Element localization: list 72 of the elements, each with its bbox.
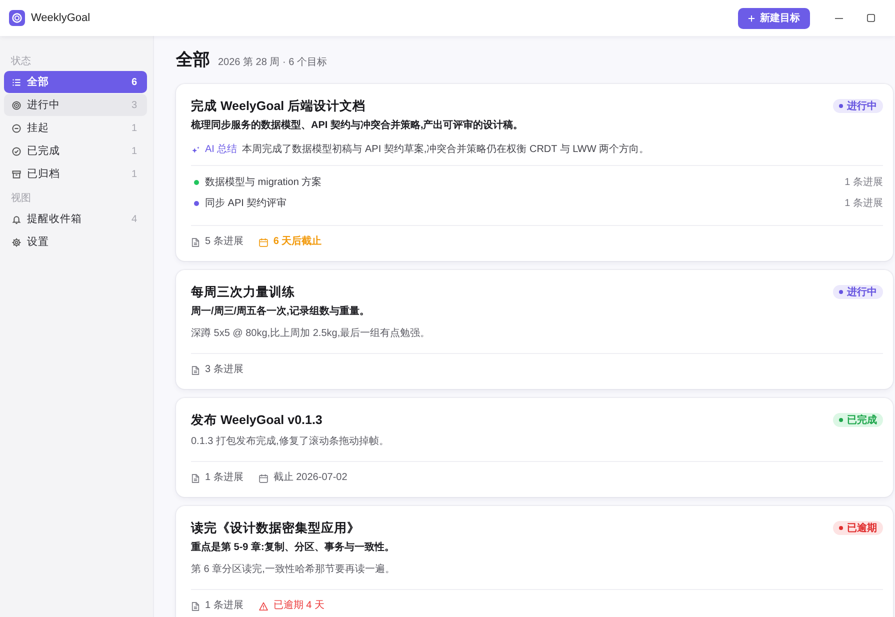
logo-icon: [9, 10, 25, 26]
status-dot-icon: [839, 526, 843, 530]
status-dot-icon: [839, 290, 843, 294]
goal-description: 梳理同步服务的数据模型、API 契约与冲突合并策略,产出可评审的设计稿。: [191, 119, 524, 133]
due-date: 6 天后截止: [273, 235, 322, 249]
document-icon: [191, 366, 200, 374]
goal-note: 第 6 章分区读完,一致性哈希那节要再读一遍。: [191, 563, 396, 577]
document-icon: [191, 602, 200, 610]
subgoal-title[interactable]: 数据模型与 migration 方案: [205, 175, 845, 189]
settings-icon: [12, 238, 21, 246]
minus-circle-icon: [12, 124, 21, 132]
plus-icon: [748, 14, 755, 22]
sidebar-item[interactable]: 已归档 1: [4, 163, 147, 185]
ai-summary-text: 本周完成了数据模型初稿与 API 契约草案,冲突合并策略仍在权衡 CRDT 与 LWW 两个方向。: [242, 143, 650, 157]
goal-description: 周一/周三/周五各一次,记录组数与重量。: [191, 305, 370, 319]
calendar-icon: [259, 238, 268, 246]
bell-icon: [12, 214, 21, 224]
check-circle-icon: [12, 146, 21, 156]
calendar-icon: [259, 474, 268, 482]
goal-note: 深蹲 5x5 @ 80kg,比上周加 2.5kg,最后一组有点勉强。: [191, 327, 432, 341]
document-icon: [191, 474, 200, 482]
status-dot-icon: [839, 104, 843, 108]
status-label: 已完成: [847, 413, 877, 427]
goal-title: 发布 WeelyGoal v0.1.3: [191, 412, 322, 428]
status-label: 进行中: [847, 100, 877, 113]
goal-title: 每周三次力量训练: [191, 284, 295, 300]
subgoal-title[interactable]: 同步 API 契约评审: [205, 196, 845, 210]
status-label: 进行中: [847, 286, 877, 299]
overdue-label: 已逾期 4 天: [273, 599, 324, 613]
page-title: 全部: [176, 50, 210, 70]
sidebar-item[interactable]: 进行中 3: [4, 94, 147, 116]
sparkle-icon: [191, 146, 200, 154]
item-count: 6: [131, 76, 137, 88]
ai-summary-label: AI 总结: [205, 143, 238, 157]
goal-title: 完成 WeelyGoal 后端设计文档: [191, 98, 366, 114]
subgoal-update-count: 1 条进展: [844, 196, 883, 210]
sidebar-item[interactable]: 全部 6: [4, 71, 147, 93]
status-label: 已逾期: [847, 522, 877, 535]
section-label: 视图: [10, 193, 32, 205]
item-count: 4: [131, 214, 137, 224]
update-count: 3 条进展: [205, 363, 244, 377]
archive-box-icon: [12, 170, 21, 178]
app-name: WeeklyGoal: [31, 12, 90, 24]
item-count: 3: [131, 100, 137, 110]
goal-description: 重点是第 5-9 章:复制、分区、事务与一致性。: [191, 541, 396, 555]
sidebar-item[interactable]: 挂起 1: [4, 117, 147, 139]
item-count: 1: [131, 122, 137, 134]
warning-icon: [259, 602, 268, 610]
document-icon: [191, 238, 200, 246]
goal-card[interactable]: 读完《设计数据密集型应用》 已逾期 重点是第 5-9 章:复制、分区、事务与一致性。 第 6 章分区读完,一致性哈希那节要再读一遍。 1 条进展 已逾期 4 天: [176, 506, 893, 617]
goal-note: 0.1.3 打包发布完成,修复了滚动条拖动掉帧。: [191, 435, 390, 449]
update-count: 5 条进展: [205, 235, 244, 249]
due-date: 截止 2026-07-02: [273, 471, 348, 485]
subgoal-update-count: 1 条进展: [844, 176, 883, 189]
goal-title: 读完《设计数据密集型应用》: [191, 520, 360, 536]
goal-card[interactable]: 发布 WeelyGoal v0.1.3 已完成 0.1.3 打包发布完成,修复了滚动条拖动掉帧。 1 条进展 截止 2026-07-02: [176, 398, 893, 497]
list-icon: [12, 78, 21, 86]
section-label: 状态: [10, 56, 32, 68]
item-count: 1: [131, 168, 137, 180]
new-goal-button[interactable]: 新建目标: [738, 8, 810, 28]
sidebar-item[interactable]: 提醒收件箱 4: [4, 208, 147, 230]
target-icon: [12, 100, 21, 110]
sidebar-item[interactable]: 已完成 1: [4, 140, 147, 162]
page-subtitle: 2026 第 28 周 · 6 个目标: [218, 56, 327, 69]
maximize-icon: [867, 14, 875, 22]
sidebar-item[interactable]: 设置: [4, 231, 147, 253]
update-count: 1 条进展: [205, 599, 244, 613]
goal-card[interactable]: 每周三次力量训练 进行中 周一/周三/周五各一次,记录组数与重量。 深蹲 5x5 @ 80kg,比上周加 2.5kg,最后一组有点勉强。 3 条进展: [176, 270, 893, 389]
goal-card[interactable]: 完成 WeelyGoal 后端设计文档 进行中 梳理同步服务的数据模型、API 契约与冲突合并策略,产出可评审的设计稿。 AI 总结 本周完成了数据模型初稿与 API 契约草案,冲突合并策略仍在权衡 CRDT 与 LWW 两个方向。 数据模型与 migration 方案 1 条进展 同步 API 契约评审 1 条进展 5 条进展 6 天后截止: [176, 84, 893, 261]
item-count: 1: [131, 146, 137, 156]
status-dot-icon: [839, 418, 843, 422]
update-count: 1 条进展: [205, 471, 244, 485]
